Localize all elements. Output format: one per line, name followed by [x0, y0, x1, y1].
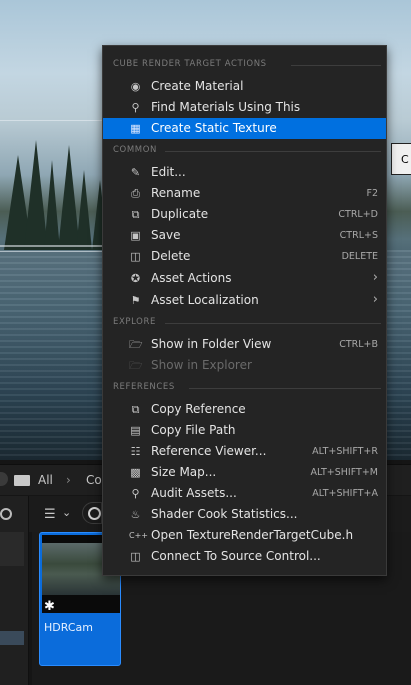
menu-item-show-in-folder-view[interactable]: 🗁 Show in Folder View CTRL+B: [103, 334, 386, 355]
context-menu: CUBE RENDER TARGET ACTIONS ◉ Create Mate…: [102, 45, 387, 576]
menu-item-duplicate[interactable]: ⧉ Duplicate CTRL+D: [103, 204, 386, 225]
menu-item-edit[interactable]: ✎ Edit...: [103, 162, 386, 183]
menu-item-open-header[interactable]: C++ Open TextureRenderTargetCube.h: [103, 525, 386, 546]
menu-item-asset-actions[interactable]: ✪ Asset Actions ›: [103, 268, 386, 289]
texture-icon: ▦: [130, 122, 141, 135]
shortcut-save: CTRL+S: [339, 230, 378, 241]
folder-row-selected[interactable]: [0, 631, 24, 645]
folder-row[interactable]: [0, 532, 24, 566]
menu-item-size-map[interactable]: ▩ Size Map... ALT+SHIFT+M: [103, 462, 386, 483]
menu-item-connect-source-control[interactable]: ◫ Connect To Source Control...: [103, 546, 386, 567]
chevron-right-icon: ›: [66, 473, 71, 487]
menu-item-create-static-texture[interactable]: ▦ Create Static Texture: [103, 118, 386, 139]
menu-item-asset-localization[interactable]: ⚑ Asset Localization ›: [103, 290, 386, 311]
menu-item-copy-file-path[interactable]: ▤ Copy File Path: [103, 420, 386, 441]
save-icon: ▣: [130, 229, 141, 242]
shortcut-reference-viewer: ALT+SHIFT+R: [312, 446, 378, 457]
section-header-cube: CUBE RENDER TARGET ACTIONS: [113, 59, 383, 73]
tooltip-text: C: [401, 153, 409, 166]
search-icon: ⚲: [131, 101, 140, 114]
pencil-icon: ✎: [130, 166, 141, 179]
duplicate-icon: ⧉: [131, 208, 140, 221]
bounds-wireframe-line: [0, 245, 107, 247]
folder-icon: 🗁: [129, 338, 143, 351]
tooltip: C: [391, 143, 411, 175]
section-header-common: COMMON: [113, 145, 383, 159]
sources-panel: [0, 496, 29, 685]
chevron-right-icon: ›: [372, 270, 378, 285]
folder-open-icon: 🗁: [129, 359, 143, 372]
wrench-icon: ✪: [130, 272, 141, 285]
shortcut-duplicate: CTRL+D: [338, 209, 378, 220]
pot-icon: ♨: [130, 508, 141, 521]
bounds-wireframe: [0, 120, 112, 252]
menu-item-delete[interactable]: ◫ Delete DELETE: [103, 246, 386, 267]
asset-search-input[interactable]: [82, 502, 102, 524]
path-all[interactable]: All: [38, 473, 53, 487]
shortcut-audit-assets: ALT+SHIFT+A: [312, 488, 378, 499]
search-icon[interactable]: [0, 508, 12, 520]
asset-label: HDRCam: [44, 621, 93, 634]
rename-icon: ⎙: [131, 187, 140, 200]
shortcut-show-in-folder: CTRL+B: [339, 339, 378, 350]
menu-item-audit-assets[interactable]: ⚲ Audit Assets... ALT+SHIFT+A: [103, 483, 386, 504]
folder-icon: [14, 475, 30, 486]
chevron-down-icon[interactable]: ⌄: [62, 506, 71, 519]
copy-path-icon: ▤: [130, 424, 141, 437]
search-icon: [88, 507, 101, 520]
path-segment[interactable]: Co: [86, 473, 102, 487]
asterisk-icon: ✱: [44, 599, 55, 614]
history-icon[interactable]: [0, 472, 8, 486]
menu-item-rename[interactable]: ⎙ Rename F2: [103, 183, 386, 204]
menu-item-show-in-explorer[interactable]: 🗁 Show in Explorer: [103, 355, 386, 376]
section-header-explore: EXPLORE: [113, 317, 383, 331]
source-control-icon: ◫: [130, 550, 141, 563]
shortcut-rename: F2: [366, 188, 378, 199]
menu-item-copy-reference[interactable]: ⧉ Copy Reference: [103, 399, 386, 420]
trash-icon: ◫: [130, 250, 141, 263]
shortcut-delete: DELETE: [341, 251, 378, 262]
shortcut-size-map: ALT+SHIFT+M: [310, 467, 378, 478]
cpp-icon: C++: [129, 531, 148, 540]
audit-icon: ⚲: [131, 487, 140, 500]
size-map-icon: ▩: [130, 466, 141, 479]
chevron-right-icon: ›: [372, 292, 378, 307]
graph-icon: ☷: [130, 445, 141, 458]
material-icon: ◉: [130, 80, 141, 93]
section-header-references: REFERENCES: [113, 382, 383, 396]
menu-item-save[interactable]: ▣ Save CTRL+S: [103, 225, 386, 246]
copy-icon: ⧉: [131, 403, 140, 416]
flag-icon: ⚑: [130, 294, 141, 307]
menu-item-reference-viewer[interactable]: ☷ Reference Viewer... ALT+SHIFT+R: [103, 441, 386, 462]
menu-item-find-materials[interactable]: ⚲ Find Materials Using This: [103, 97, 386, 118]
menu-item-create-material[interactable]: ◉ Create Material: [103, 76, 386, 97]
filter-icon[interactable]: ☰: [44, 507, 56, 522]
menu-item-shader-cook-statistics[interactable]: ♨ Shader Cook Statistics...: [103, 504, 386, 525]
